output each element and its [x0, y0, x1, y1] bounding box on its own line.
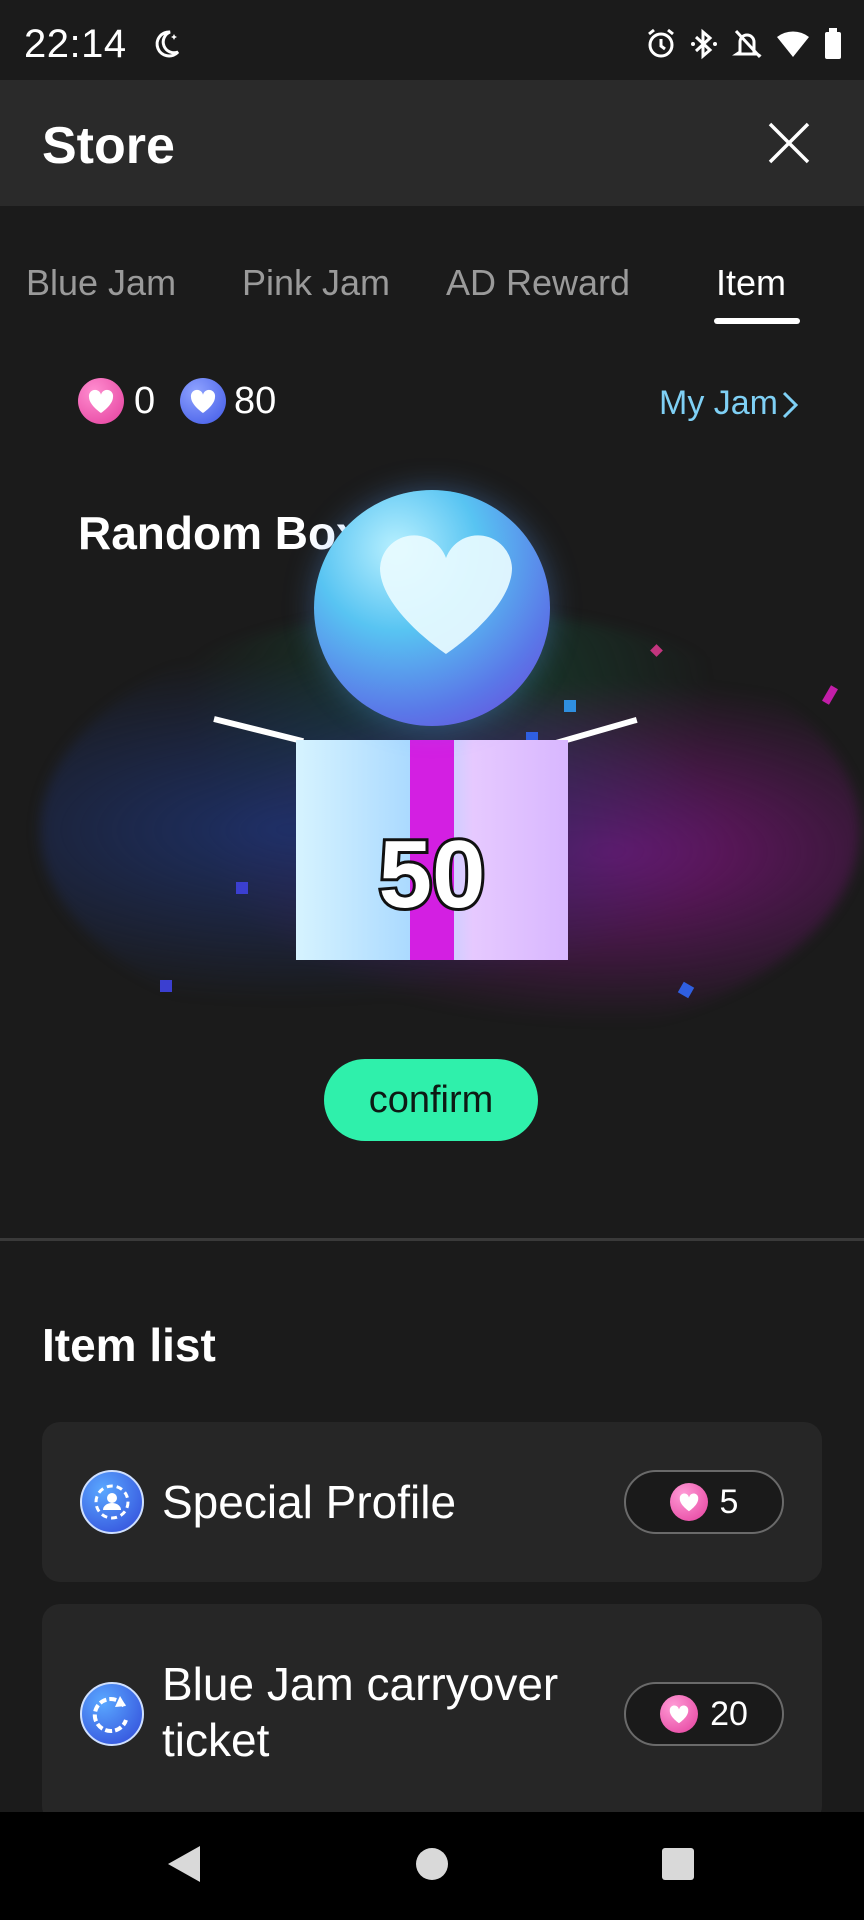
tab-item[interactable]: Item: [716, 262, 786, 302]
system-nav-bar: [0, 1812, 864, 1920]
tab-pink-jam[interactable]: Pink Jam: [242, 262, 390, 302]
wifi-icon: [777, 31, 809, 57]
tab-ad-reward[interactable]: AD Reward: [446, 262, 630, 302]
list-item[interactable]: Special Profile 5: [42, 1422, 822, 1582]
price-button[interactable]: 5: [624, 1470, 784, 1534]
price-value: 20: [710, 1694, 748, 1733]
pink-jam-icon: [660, 1695, 699, 1733]
back-icon[interactable]: [166, 1844, 202, 1884]
item-list-title: Item list: [42, 1319, 216, 1371]
page-title: Store: [42, 117, 175, 175]
status-time: 22:14: [24, 22, 127, 66]
chevron-right-icon[interactable]: [780, 390, 800, 420]
pink-jam-count: 0: [134, 380, 156, 422]
my-jam-link[interactable]: My Jam: [659, 384, 778, 423]
battery-icon: [825, 28, 841, 59]
close-icon[interactable]: [766, 120, 812, 166]
bluetooth-icon: [691, 28, 717, 60]
moon-icon: [155, 30, 180, 58]
price-value: 5: [719, 1482, 739, 1521]
random-box-title: Random Box: [78, 507, 362, 559]
confetti-piece: [160, 980, 172, 992]
home-icon[interactable]: [414, 1844, 450, 1884]
pink-jam-icon: [669, 1483, 708, 1521]
item-name: Special Profile: [162, 1476, 457, 1528]
alarm-icon: [648, 28, 674, 58]
box-reward-count: 50: [376, 818, 489, 931]
item-name: Blue Jam carryover ticket: [162, 1658, 559, 1766]
price-button[interactable]: 20: [624, 1682, 784, 1746]
store-header: Store: [0, 80, 864, 206]
pink-jam-icon: [78, 378, 124, 424]
profile-badge-icon: [80, 1470, 144, 1534]
recents-icon[interactable]: [660, 1844, 696, 1884]
status-icons: [646, 26, 842, 62]
jam-balance: 0 80 My Jam: [0, 370, 864, 434]
section-divider: [0, 1238, 864, 1241]
status-bar: 22:14: [0, 0, 864, 80]
list-item[interactable]: Blue Jam carryover ticket 20: [42, 1604, 822, 1824]
confetti-piece: [822, 685, 838, 705]
confetti-piece: [236, 882, 248, 894]
tab-blue-jam[interactable]: Blue Jam: [26, 262, 176, 302]
heart-icon: [380, 535, 512, 654]
active-tab-indicator: [714, 318, 800, 324]
blue-jam-icon: [180, 378, 226, 424]
silent-bell-icon: [732, 29, 762, 59]
carryover-icon: [80, 1682, 144, 1746]
confirm-button[interactable]: confirm: [324, 1059, 538, 1141]
random-box-stage: Random Box 50: [0, 450, 864, 1070]
store-tabs: Blue Jam Pink Jam AD Reward Item: [0, 206, 864, 324]
confetti-piece: [564, 700, 576, 712]
blue-jam-count: 80: [234, 380, 277, 422]
